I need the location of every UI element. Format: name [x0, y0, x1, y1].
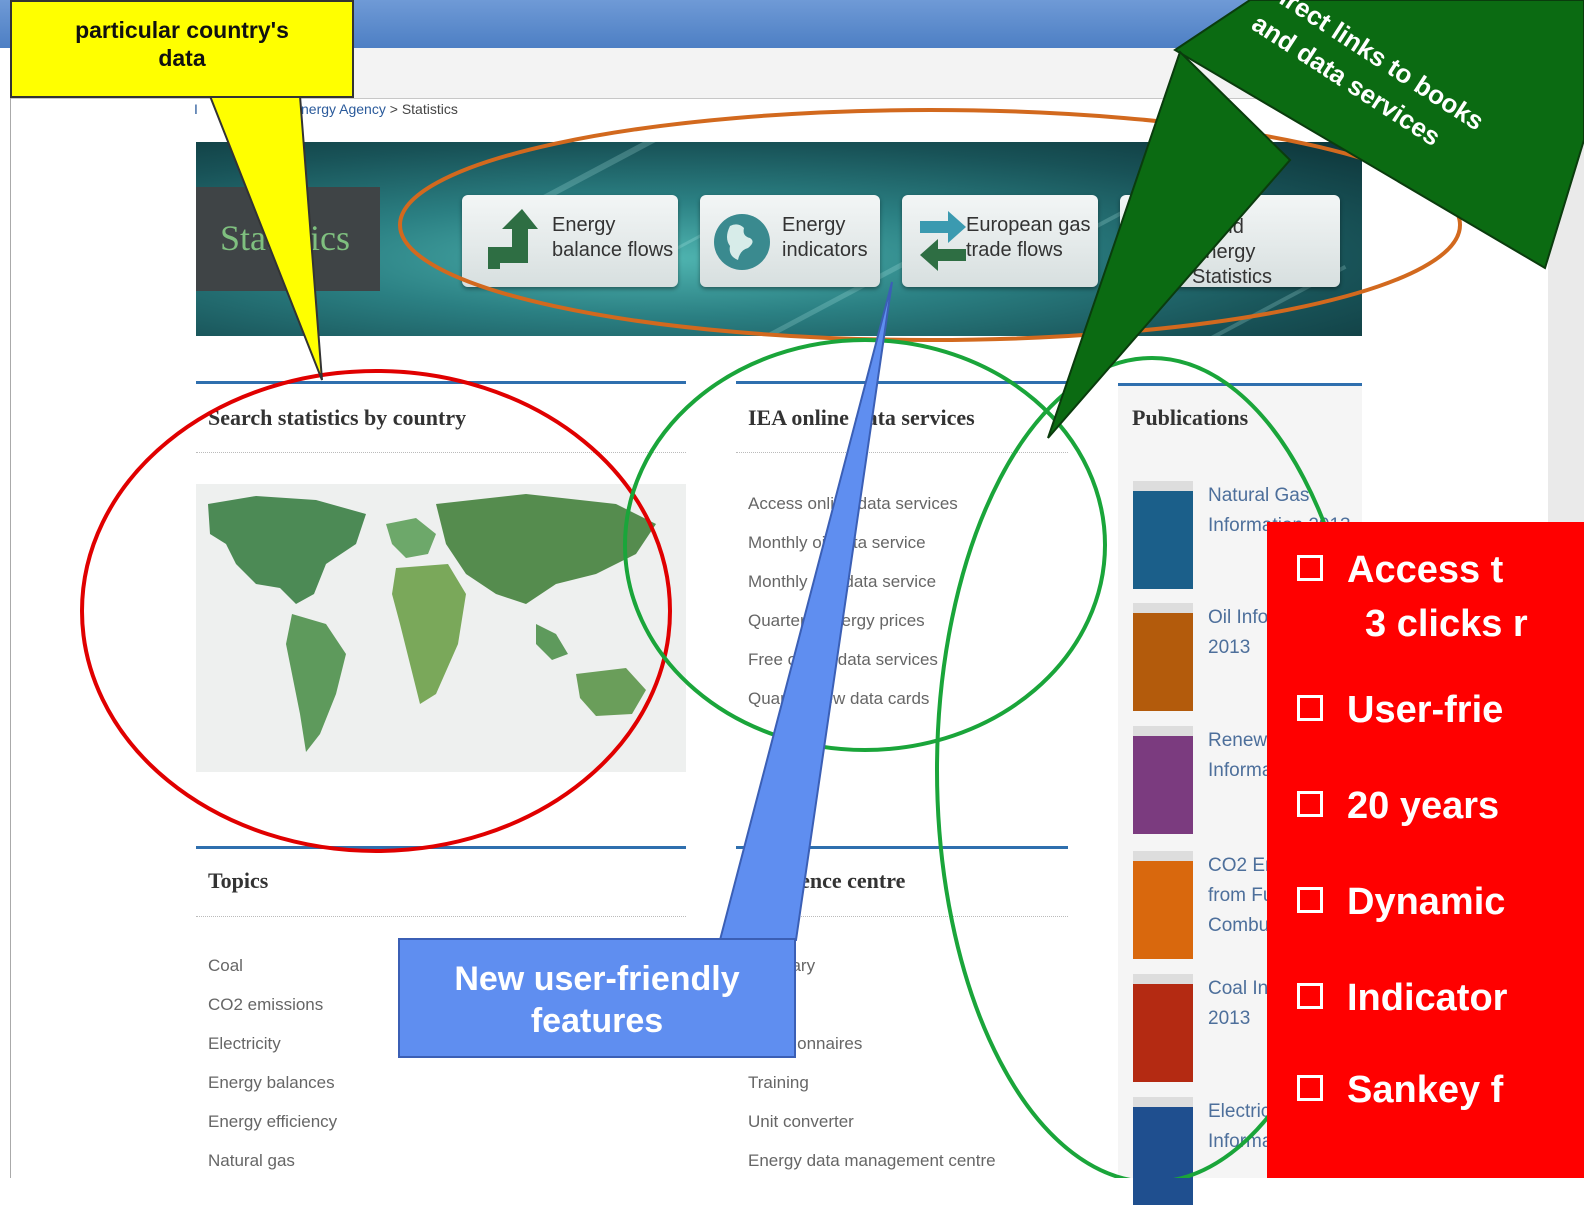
checkbox-icon [1297, 790, 1323, 817]
feature-item: Dynamic [1297, 880, 1505, 924]
feature-item: Indicator [1297, 976, 1507, 1020]
checkbox-icon [1297, 982, 1323, 1009]
yellow-callout-pointer [208, 95, 323, 381]
checkbox-icon [1297, 694, 1323, 721]
checkbox-icon [1297, 554, 1323, 581]
checkbox-icon [1297, 1074, 1323, 1101]
features-panel: Access t 3 clicks r User-frie 20 years D… [1267, 522, 1584, 1178]
highlight-ellipse-red [80, 369, 672, 853]
feature-item: 3 clicks r [1365, 603, 1528, 645]
feature-item: Sankey f [1297, 1068, 1503, 1112]
feature-item: Access t [1297, 548, 1503, 592]
feature-item: 20 years [1297, 784, 1499, 828]
yellow-callout-line2: data [158, 45, 206, 71]
checkbox-icon [1297, 886, 1323, 913]
blue-callout-pointer [718, 281, 893, 941]
yellow-callout: particular country's data [10, 0, 354, 98]
green-callout-pointer [1047, 50, 1292, 439]
yellow-callout-line1: particular country's [75, 17, 289, 43]
blue-callout-line1: New user-friendly [454, 960, 740, 998]
blue-callout: New user-friendly features [398, 938, 796, 1058]
blue-callout-line2: features [530, 1002, 664, 1040]
feature-item: User-frie [1297, 688, 1503, 732]
highlight-ellipse-orange [398, 108, 1462, 342]
